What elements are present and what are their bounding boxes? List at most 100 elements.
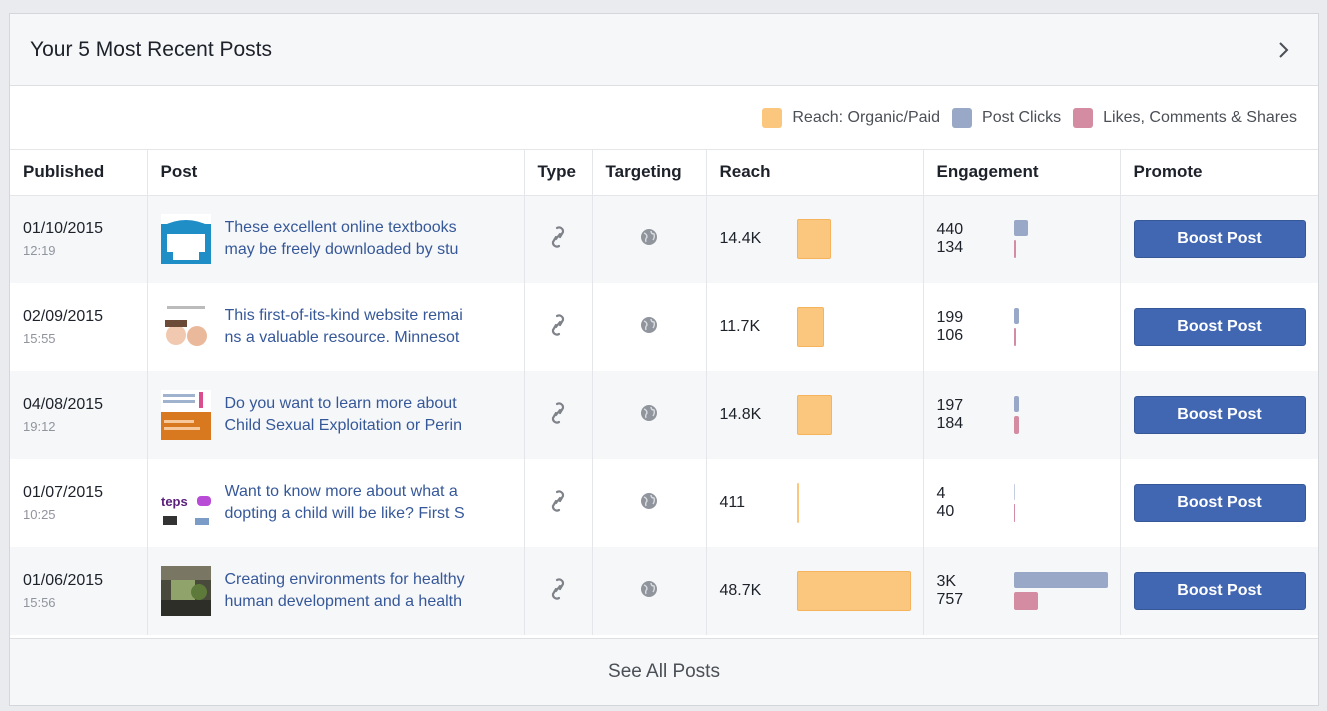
- published-date: 01/06/2015: [23, 572, 104, 589]
- chevron-right-icon[interactable]: [1272, 38, 1296, 62]
- post-link[interactable]: These excellent online textbooks may be …: [225, 217, 459, 261]
- reach-value: 14.8K: [719, 406, 762, 423]
- reach-value: 411: [719, 494, 746, 511]
- likes-bar: [1013, 240, 1016, 259]
- link-icon: [548, 226, 568, 254]
- col-targeting: Targeting: [592, 150, 707, 196]
- reach-value: 14.4K: [719, 230, 762, 248]
- col-engagement[interactable]: Engagement: [923, 150, 1121, 196]
- published-time: 10:25: [23, 507, 56, 522]
- targeting-cell: [592, 283, 707, 371]
- published-date: 02/09/2015: [23, 308, 104, 325]
- targeting-cell: [592, 195, 707, 283]
- published-cell: 04/08/2015 19:12: [10, 371, 148, 459]
- engagement-cell: 4 40: [923, 459, 1121, 547]
- engagement-bars: [1013, 305, 1019, 349]
- reach-value: 11.7K: [719, 318, 761, 335]
- engagement-bars: [1013, 569, 1108, 613]
- post-clicks-value: 3K: [936, 573, 957, 590]
- engagement-values: 197 184: [937, 397, 1014, 433]
- boost-post-button[interactable]: Boost Post: [1133, 308, 1306, 346]
- link-icon: [548, 577, 568, 606]
- post-clicks-value: 199: [936, 309, 964, 326]
- boost-post-button[interactable]: Boost Post: [1133, 396, 1306, 434]
- engagement-values: 4 40: [937, 485, 1014, 521]
- legend-item-reach: Reach: Organic/Paid: [762, 107, 940, 128]
- post-text-line1: These excellent online textbooks: [224, 219, 457, 237]
- post-text-line1: Want to know more about what a: [224, 483, 458, 500]
- reach-cell: 14.8K: [706, 371, 924, 459]
- post-clicks-bar: [1013, 484, 1015, 500]
- post-link[interactable]: Do you want to learn more about Child Se…: [225, 393, 462, 437]
- post-text-line2: ns a valuable resource. Minnesot: [224, 329, 460, 346]
- targeting-cell: [592, 459, 707, 547]
- reach-bar: [796, 219, 831, 260]
- post-thumbnail[interactable]: [160, 390, 211, 440]
- globe-icon: [640, 228, 658, 250]
- post-clicks-value: 197: [936, 397, 964, 414]
- table-row: 01/06/2015 15:56 Creating environments f…: [10, 547, 1318, 635]
- post-cell: teps Want to know more about what a dopt…: [147, 459, 525, 547]
- post-text-line1: This first-of-its-kind website remai: [224, 307, 463, 324]
- post-cell: Do you want to learn more about Child Se…: [147, 371, 525, 459]
- table-row: 02/09/2015 15:55 This first-of-its-kind …: [10, 283, 1318, 371]
- boost-post-button[interactable]: Boost Post: [1133, 484, 1306, 522]
- post-text-line2: Child Sexual Exploitation or Perin: [224, 417, 462, 434]
- post-thumbnail[interactable]: [160, 214, 211, 265]
- card-title: Your 5 Most Recent Posts: [30, 37, 273, 61]
- post-link[interactable]: This first-of-its-kind website remai ns …: [225, 305, 463, 349]
- boost-post-button[interactable]: Boost Post: [1133, 572, 1306, 610]
- engagement-cell: 199 106: [923, 283, 1121, 371]
- promote-cell: Boost Post: [1120, 283, 1318, 371]
- published-date: 04/08/2015: [23, 396, 104, 413]
- globe-icon: [640, 492, 658, 514]
- likes-value: 106: [936, 327, 964, 344]
- post-text-line2: dopting a child will be like? First S: [224, 505, 465, 522]
- targeting-cell: [592, 371, 707, 459]
- table-row: 01/10/2015 12:19 These excellent online …: [10, 195, 1318, 283]
- card-header: Your 5 Most Recent Posts: [10, 14, 1318, 86]
- promote-cell: Boost Post: [1120, 195, 1318, 283]
- published-cell: 02/09/2015 15:55: [10, 283, 148, 371]
- likes-bar: [1013, 592, 1038, 610]
- col-reach[interactable]: Reach: [706, 150, 924, 196]
- see-all-posts-link[interactable]: See All Posts: [608, 661, 720, 683]
- post-cell: This first-of-its-kind website remai ns …: [147, 283, 525, 371]
- post-clicks-value: 440: [936, 221, 964, 239]
- col-type: Type: [524, 150, 593, 196]
- post-link[interactable]: Want to know more about what a dopting a…: [225, 481, 465, 525]
- boost-post-button[interactable]: Boost Post: [1133, 220, 1306, 259]
- engagement-cell: 3K 757: [923, 547, 1121, 635]
- reach-bar: [796, 483, 799, 523]
- legend-swatch-reach: [762, 107, 783, 128]
- link-icon: [548, 313, 568, 342]
- likes-bar: [1013, 504, 1015, 522]
- post-thumbnail[interactable]: teps: [160, 478, 211, 528]
- likes-value: 184: [936, 415, 964, 432]
- legend-label-post-clicks: Post Clicks: [982, 108, 1062, 126]
- post-thumbnail[interactable]: [160, 566, 211, 616]
- post-thumbnail[interactable]: [160, 302, 211, 352]
- reach-cell: 11.7K: [706, 283, 924, 371]
- post-text-line1: Creating environments for healthy: [224, 571, 465, 588]
- type-cell: [524, 459, 593, 547]
- type-cell: [524, 283, 593, 371]
- targeting-cell: [592, 547, 707, 635]
- table-row: 04/08/2015 19:12 Do you want to learn mo…: [10, 371, 1318, 459]
- col-published[interactable]: Published: [10, 150, 148, 196]
- promote-cell: Boost Post: [1120, 371, 1318, 459]
- published-date: 01/07/2015: [23, 484, 104, 501]
- link-icon: [548, 489, 568, 518]
- post-cell: These excellent online textbooks may be …: [147, 195, 525, 283]
- reach-bar: [796, 571, 911, 611]
- post-text-line2: may be freely downloaded by stu: [224, 241, 459, 259]
- post-link[interactable]: Creating environments for healthy human …: [225, 569, 465, 613]
- published-time: 15:55: [23, 331, 56, 346]
- reach-cell: 411: [706, 459, 924, 547]
- post-clicks-value: 4: [936, 485, 946, 502]
- engagement-values: 199 106: [937, 309, 1014, 345]
- published-cell: 01/07/2015 10:25: [10, 459, 148, 547]
- reach-cell: 48.7K: [706, 547, 924, 635]
- engagement-values: 440 134: [937, 221, 1014, 257]
- likes-value: 757: [936, 591, 964, 608]
